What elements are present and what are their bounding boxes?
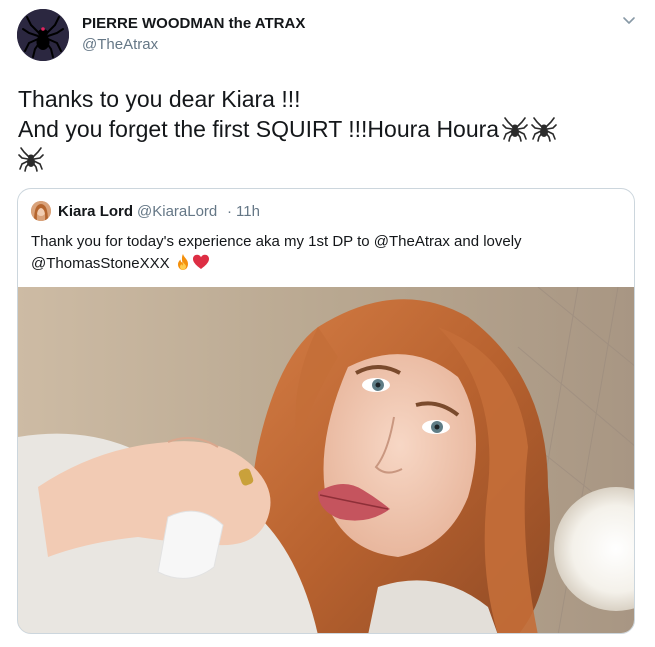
avatar-photo-icon <box>31 201 51 221</box>
spider-emoji-icon <box>531 117 557 142</box>
quoted-separator: · <box>227 203 232 220</box>
tweet-text-line-3 <box>18 144 638 174</box>
tweet-card: PIERRE WOODMAN the ATRAX @TheAtrax Thank… <box>0 0 655 647</box>
tweet-text-line-1: Thanks to you dear Kiara !!! <box>18 86 301 112</box>
quoted-author-name[interactable]: Kiara Lord <box>58 203 133 220</box>
tweet-text: Thanks to you dear Kiara !!! And you for… <box>18 84 638 174</box>
tweet-text-line-2-text: And you forget the first SQUIRT !!!Houra… <box>18 116 500 142</box>
quoted-author-handle[interactable]: @KiaraLord <box>137 203 217 220</box>
red-heart-emoji-icon <box>192 254 209 269</box>
quoted-timestamp[interactable]: 11h <box>236 203 260 220</box>
spider-emoji-icon <box>502 117 528 142</box>
author-name[interactable]: PIERRE WOODMAN the ATRAX <box>82 15 305 32</box>
photo-image <box>18 287 634 633</box>
quoted-text: Thank you for today's experience aka my … <box>31 231 621 275</box>
chevron-down-icon[interactable] <box>620 12 638 30</box>
author-handle[interactable]: @TheAtrax <box>82 36 158 53</box>
quoted-tweet[interactable]: Kiara Lord @KiaraLord · 11h Thank you fo… <box>17 188 635 634</box>
tweet-text-line-2: And you forget the first SQUIRT !!!Houra… <box>18 114 638 144</box>
spider-emoji-icon <box>18 147 44 172</box>
fire-emoji-icon <box>177 254 188 270</box>
spider-logo-icon <box>17 9 69 61</box>
quoted-text-line-1: Thank you for today's experience aka my … <box>31 233 522 250</box>
quoted-text-line-2: @ThomasStoneXXX <box>31 253 621 275</box>
quoted-author-avatar[interactable] <box>31 201 51 221</box>
quoted-media-photo[interactable] <box>18 287 634 633</box>
author-avatar[interactable] <box>17 9 69 61</box>
quoted-mention-thomasstone[interactable]: @ThomasStoneXXX <box>31 255 170 272</box>
